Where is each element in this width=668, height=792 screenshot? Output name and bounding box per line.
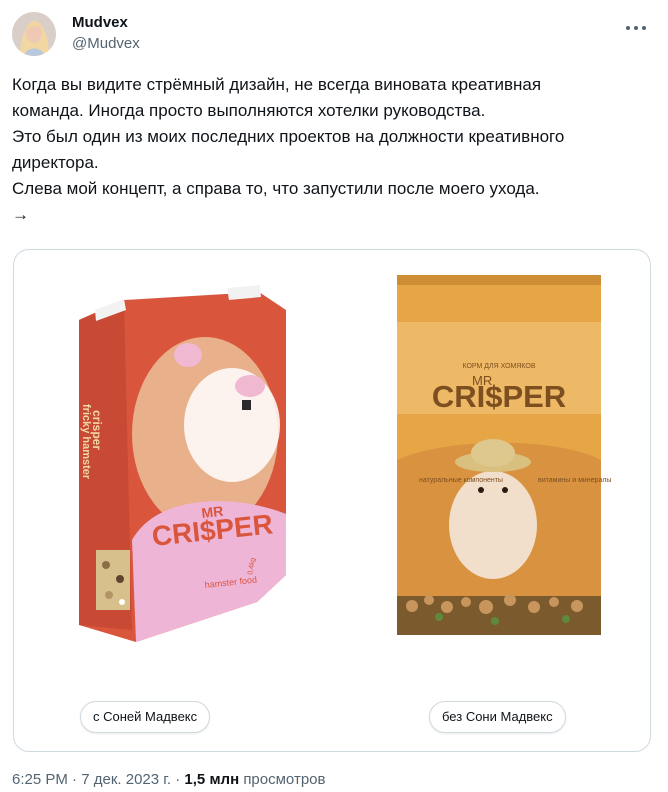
media-card[interactable]: CRI$PER MR crisper fricky hamster hamste… (13, 249, 651, 752)
dot (634, 26, 638, 30)
tweet-date[interactable]: 7 дек. 2023 г. (81, 771, 171, 788)
dot (626, 26, 630, 30)
right-brand: CRI$PER (432, 379, 566, 414)
views-count: 1,5 млн (184, 771, 240, 788)
more-dots-icon[interactable] (624, 18, 648, 38)
avatar-image (12, 12, 56, 56)
tweet-header: Mudvex @Mudvex (12, 12, 656, 60)
left-brand-mr: MR (201, 503, 224, 521)
author-name[interactable]: Mudvex (72, 14, 128, 31)
packaging-comparison-image: CRI$PER MR crisper fricky hamster hamste… (79, 275, 611, 642)
right-right-text: витамины и минералы (538, 477, 611, 484)
views-label: просмотров (243, 771, 326, 788)
caption-right: без Сони Мадвекс (429, 701, 566, 733)
left-package (79, 285, 286, 642)
separator-dot: · (72, 771, 82, 788)
tweet-time[interactable]: 6:25 PM (12, 771, 68, 788)
right-package (397, 275, 601, 635)
avatar[interactable] (12, 12, 56, 56)
author-handle[interactable]: @Mudvex (72, 35, 140, 52)
caption-left: с Соней Мадвекс (80, 701, 211, 733)
right-left-text: натуральные компоненты (419, 477, 503, 484)
left-side-text-2: fricky hamster (80, 404, 92, 480)
right-top-label: КОРМ ДЛЯ ХОМЯКОВ (462, 363, 535, 370)
tweet-text: Когда вы видите стрёмный дизайн, не всег… (12, 75, 565, 224)
dot (642, 26, 646, 30)
tweet-meta: 6:25 PM · 7 дек. 2023 г. · 1,5 млн просм… (12, 771, 325, 788)
